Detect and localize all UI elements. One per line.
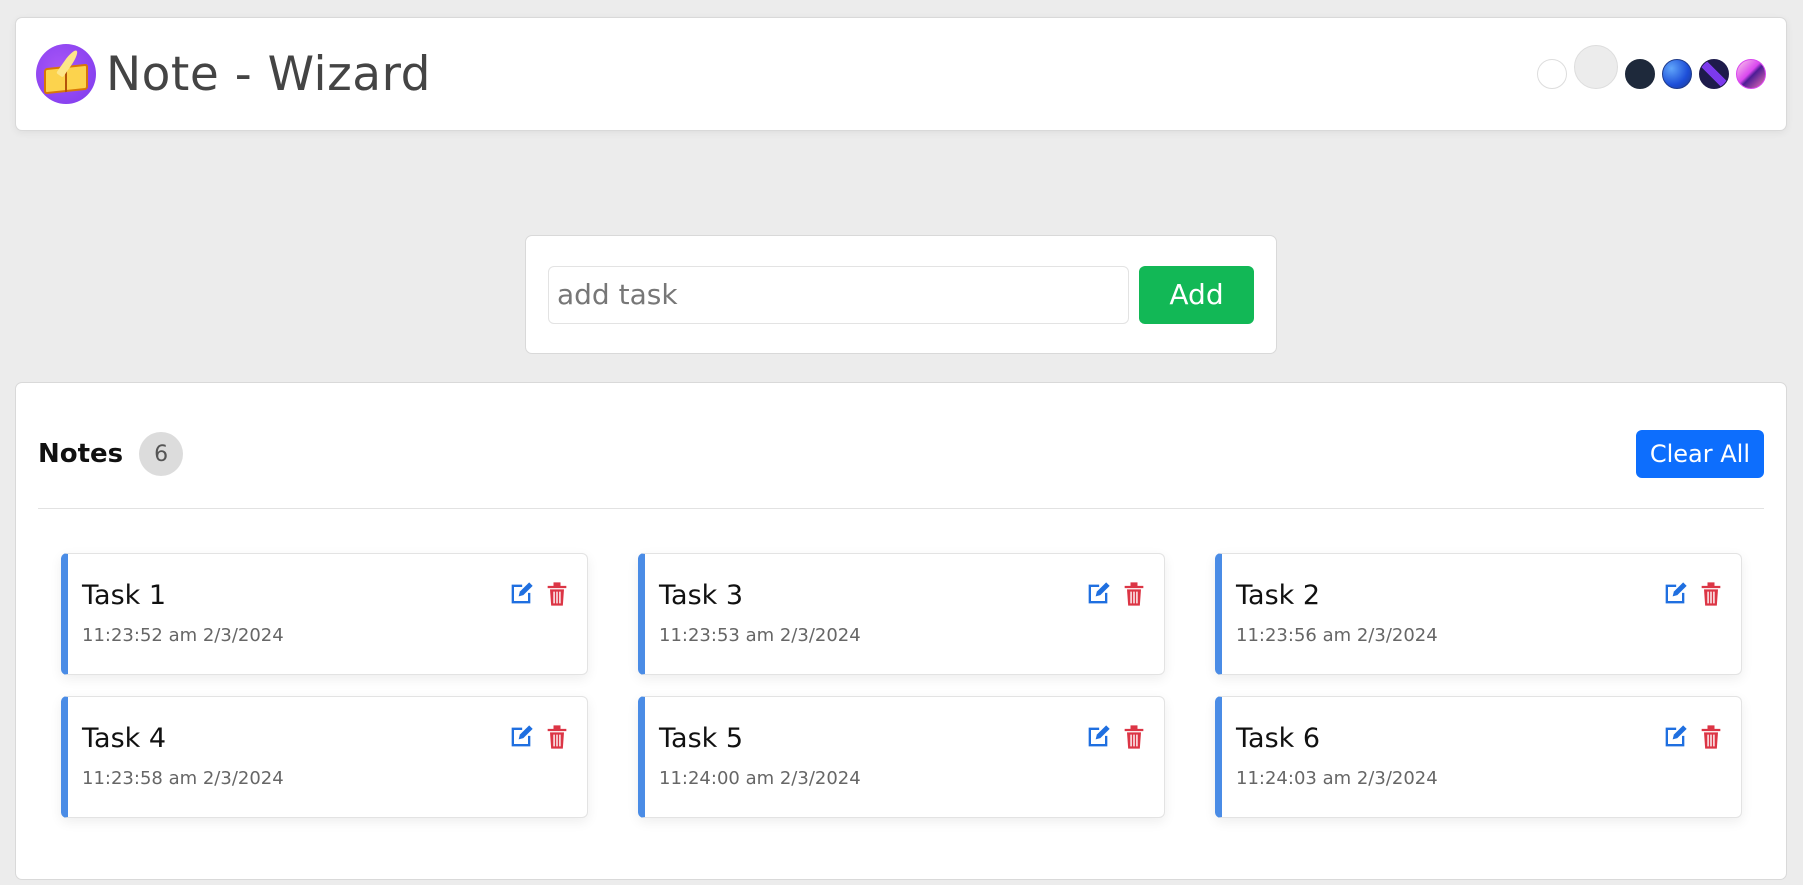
trash-icon[interactable] <box>1120 580 1148 608</box>
clear-all-button[interactable]: Clear All <box>1635 430 1764 478</box>
trash-icon[interactable] <box>543 580 571 608</box>
app-title: Note - Wizard <box>106 46 431 102</box>
edit-icon[interactable] <box>1084 723 1112 751</box>
trash-icon[interactable] <box>543 723 571 751</box>
note-timestamp: 11:23:53 am 2/3/2024 <box>659 625 861 646</box>
add-task-card: Add <box>525 235 1277 354</box>
notes-panel: Notes 6 Clear All Task 1 11:23:52 am 2/3… <box>15 382 1787 880</box>
app-header: Note - Wizard <box>15 17 1787 131</box>
theme-gray-swatch[interactable] <box>1574 45 1618 89</box>
notes-grid: Task 1 11:23:52 am 2/3/2024 Task 3 11:23… <box>61 553 1761 818</box>
note-timestamp: 11:23:52 am 2/3/2024 <box>82 625 284 646</box>
note-card: Task 1 11:23:52 am 2/3/2024 <box>61 553 588 675</box>
note-timestamp: 11:23:58 am 2/3/2024 <box>82 768 284 789</box>
note-title: Task 5 <box>659 723 744 754</box>
add-button[interactable]: Add <box>1139 265 1254 324</box>
trash-icon[interactable] <box>1697 723 1725 751</box>
notes-count-badge: 6 <box>139 432 184 476</box>
edit-icon[interactable] <box>1661 723 1689 751</box>
edit-icon[interactable] <box>1084 580 1112 608</box>
note-card: Task 2 11:23:56 am 2/3/2024 <box>1215 553 1742 675</box>
book-quill-icon <box>36 44 96 104</box>
trash-icon[interactable] <box>1120 723 1148 751</box>
theme-dark-swatch[interactable] <box>1625 59 1655 89</box>
note-timestamp: 11:23:56 am 2/3/2024 <box>1236 625 1438 646</box>
notes-title: Notes <box>38 439 124 469</box>
note-title: Task 6 <box>1236 723 1321 754</box>
note-title: Task 4 <box>82 723 167 754</box>
theme-violet-swatch[interactable] <box>1699 59 1729 89</box>
note-title: Task 1 <box>82 580 167 611</box>
note-card: Task 4 11:23:58 am 2/3/2024 <box>61 696 588 818</box>
add-task-input[interactable] <box>548 265 1129 324</box>
note-card: Task 5 11:24:00 am 2/3/2024 <box>638 696 1165 818</box>
note-timestamp: 11:24:03 am 2/3/2024 <box>1236 768 1438 789</box>
note-card: Task 6 11:24:03 am 2/3/2024 <box>1215 696 1742 818</box>
edit-icon[interactable] <box>1661 580 1689 608</box>
notes-header: Notes 6 Clear All <box>38 429 1764 479</box>
edit-icon[interactable] <box>507 580 535 608</box>
theme-light-swatch[interactable] <box>1537 59 1567 89</box>
theme-switcher <box>1537 45 1766 89</box>
note-title: Task 3 <box>659 580 744 611</box>
theme-pink-swatch[interactable] <box>1736 59 1766 89</box>
edit-icon[interactable] <box>507 723 535 751</box>
divider <box>38 508 1764 509</box>
trash-icon[interactable] <box>1697 580 1725 608</box>
note-card: Task 3 11:23:53 am 2/3/2024 <box>638 553 1165 675</box>
theme-blue-swatch[interactable] <box>1662 59 1692 89</box>
note-timestamp: 11:24:00 am 2/3/2024 <box>659 768 861 789</box>
note-title: Task 2 <box>1236 580 1321 611</box>
